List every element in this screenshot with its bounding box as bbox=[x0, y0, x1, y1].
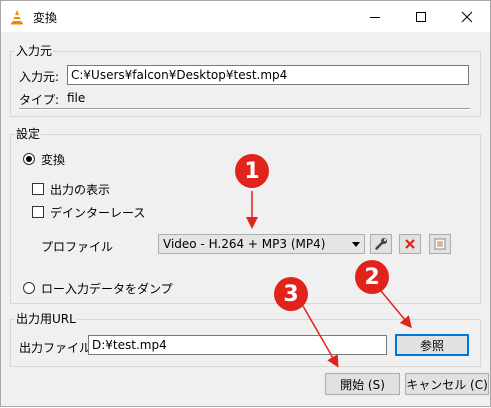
minimize-icon bbox=[370, 16, 380, 18]
chevron-down-icon bbox=[352, 242, 360, 247]
annotation-badge-3: 3 bbox=[274, 277, 308, 311]
source-label: 入力元: bbox=[19, 70, 60, 84]
deinterlace-checkbox[interactable] bbox=[32, 206, 44, 218]
show-output-label: 出力の表示 bbox=[50, 183, 111, 197]
type-label: タイプ: bbox=[19, 93, 60, 107]
dump-raw-label: ロー入力データをダンプ bbox=[41, 282, 173, 296]
output-group-title: 出力用URL bbox=[15, 310, 77, 327]
annotation-badge-1: 1 bbox=[235, 154, 269, 188]
output-file-label: 出力ファイル: bbox=[19, 341, 96, 355]
close-button[interactable] bbox=[444, 1, 490, 32]
maximize-icon bbox=[416, 11, 426, 22]
maximize-button[interactable] bbox=[398, 1, 444, 32]
output-file-input[interactable]: D:¥test.mp4 bbox=[88, 335, 387, 355]
profile-select-value: Video - H.264 + MP3 (MP4) bbox=[163, 237, 326, 251]
show-output-checkbox[interactable] bbox=[32, 183, 44, 195]
wrench-icon bbox=[375, 238, 387, 250]
delete-profile-button[interactable] bbox=[399, 234, 421, 254]
source-input[interactable]: C:¥Users¥falcon¥Desktop¥test.mp4 bbox=[67, 65, 469, 85]
annotation-badge-2: 2 bbox=[355, 260, 389, 294]
settings-group-title: 設定 bbox=[15, 125, 42, 142]
divider bbox=[19, 108, 470, 110]
window-title: 変換 bbox=[33, 11, 58, 25]
source-group-title: 入力元 bbox=[15, 42, 54, 59]
dump-raw-radio[interactable] bbox=[23, 282, 35, 294]
deinterlace-label: デインターレース bbox=[50, 206, 146, 220]
vlc-cone-icon bbox=[9, 9, 25, 25]
delete-icon bbox=[405, 239, 415, 249]
convert-label: 変換 bbox=[41, 153, 66, 167]
new-profile-button[interactable] bbox=[429, 234, 451, 254]
edit-profile-button[interactable] bbox=[370, 234, 392, 254]
cancel-button[interactable]: キャンセル (C) bbox=[405, 373, 489, 395]
browse-button[interactable]: 参照 bbox=[395, 334, 469, 356]
convert-radio[interactable] bbox=[23, 153, 35, 165]
profile-select[interactable]: Video - H.264 + MP3 (MP4) bbox=[158, 234, 365, 254]
minimize-button[interactable] bbox=[352, 1, 398, 32]
new-profile-icon bbox=[434, 238, 446, 250]
close-icon bbox=[461, 11, 473, 22]
convert-dialog: 変換 入力元 入力元: C:¥Users¥falcon¥Desktop¥test… bbox=[0, 0, 491, 407]
title-bar: 変換 bbox=[1, 1, 490, 32]
profile-label: プロファイル bbox=[41, 240, 114, 254]
type-value: file bbox=[67, 91, 86, 105]
start-button[interactable]: 開始 (S) bbox=[325, 373, 400, 395]
